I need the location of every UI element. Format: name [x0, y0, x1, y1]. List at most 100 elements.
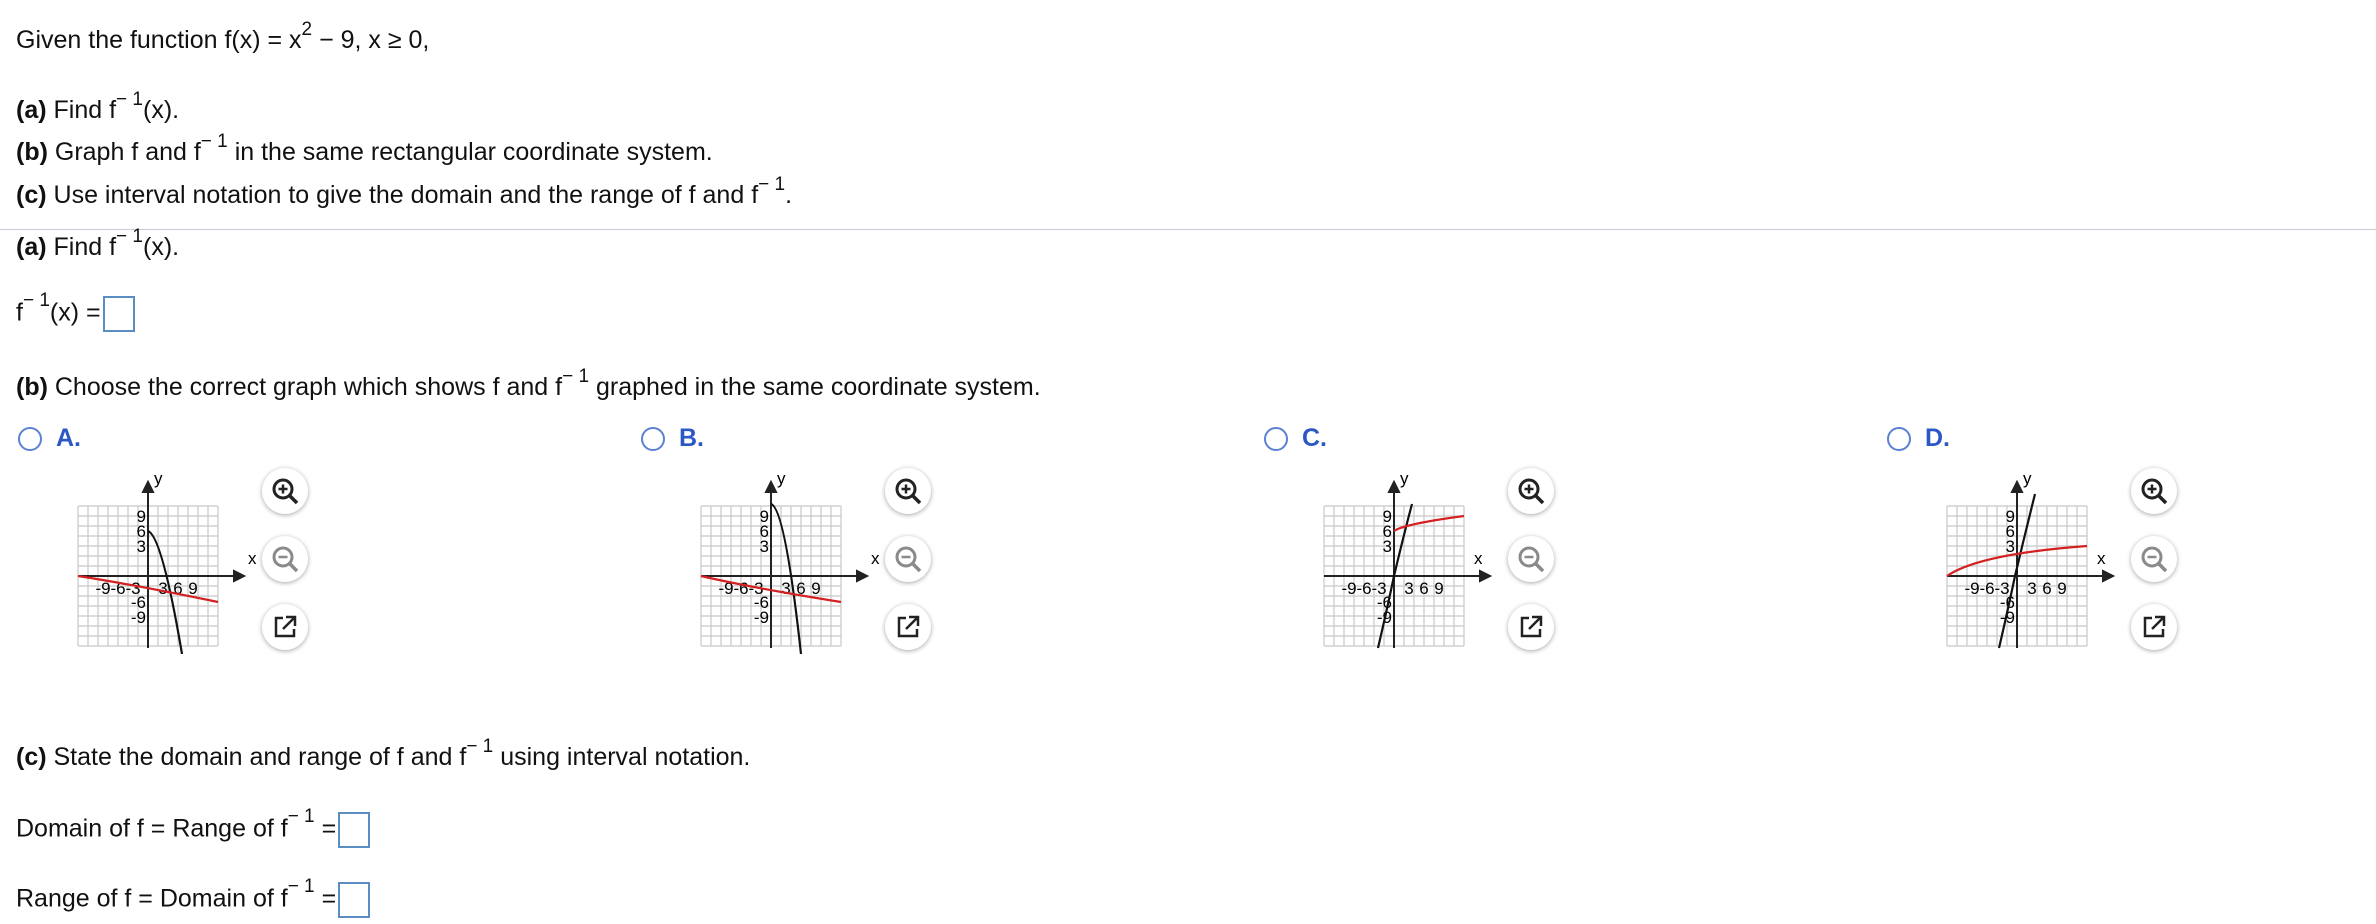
graph-a-xtick: 9: [188, 579, 197, 598]
graph-a-axes: [78, 479, 247, 648]
graph-c-xtick: 9: [1434, 579, 1443, 598]
graph-d: x y 9 6 3 -6 -9 -9 -6 -3 3 6 9: [1946, 469, 2116, 649]
graph-c-zoom-in-button[interactable]: [1508, 468, 1554, 514]
graph-c-xtick: -9: [1341, 579, 1356, 598]
option-b[interactable]: B.: [641, 424, 704, 453]
intro-text: Given the function f(x) = x: [16, 26, 302, 54]
graph-d-xtick: 9: [2057, 579, 2066, 598]
section-c-heading: (c) State the domain and range of f and …: [16, 737, 750, 772]
option-b-label[interactable]: B.: [679, 424, 704, 453]
option-c-radio[interactable]: [1264, 426, 1288, 451]
graph-d-xtick: 3: [2027, 579, 2036, 598]
part-c-text-end: .: [785, 181, 793, 209]
section-c-label: (c): [16, 743, 47, 771]
inverse-answer-text: f: [16, 298, 23, 327]
graph-a-popout-button[interactable]: [262, 604, 308, 650]
option-d[interactable]: D.: [1887, 424, 1950, 453]
section-b-text-end: graphed in the same coordinate system.: [589, 373, 1041, 401]
part-b-label: (b): [16, 138, 48, 166]
graph-c: x y 9 6 3 -6 -9 -9 -6 -3 3 6 9: [1323, 469, 1493, 649]
zoom-out-icon: [1518, 546, 1545, 573]
option-a[interactable]: A.: [18, 424, 81, 453]
part-b-text-end: in the same rectangular coordinate syste…: [227, 138, 713, 166]
graph-d-popout-button[interactable]: [2131, 604, 2177, 650]
graph-c-zoom-out-button[interactable]: [1508, 536, 1554, 582]
graph-b-zoom-out-button[interactable]: [885, 536, 931, 582]
zoom-out-icon: [2141, 546, 2168, 573]
inverse-answer-input[interactable]: [102, 296, 135, 332]
graph-d-xtick: -3: [1994, 579, 2009, 598]
graph-d-xtick: -6: [1979, 579, 1994, 598]
graph-b-popout-button[interactable]: [885, 604, 931, 650]
graph-c-xtick: 3: [1404, 579, 1413, 598]
problem-part-c: (c) Use interval notation to give the do…: [16, 175, 793, 210]
intro-text-end: − 9, x ≥ 0,: [312, 26, 430, 54]
zoom-out-icon: [895, 546, 922, 573]
graph-b-xtick: -6: [733, 579, 748, 598]
range-answer-sup: − 1: [287, 876, 315, 897]
graph-d-y-label: y: [2023, 469, 2032, 488]
part-b-sup: − 1: [200, 131, 228, 152]
popout-icon: [1520, 615, 1543, 638]
graph-b-xtick: 9: [811, 579, 820, 598]
graph-a-xtick: 3: [158, 579, 167, 598]
domain-answer-input[interactable]: [338, 812, 371, 848]
section-divider: [0, 229, 2376, 230]
graph-b-zoom-in-button[interactable]: [885, 468, 931, 514]
graph-b: x y 9 6 3 -6 -9 -9 -6 -3 3 6 9: [700, 469, 880, 655]
zoom-in-icon: [895, 478, 922, 505]
part-b-text: Graph f and f: [47, 138, 201, 166]
graph-c-y-label: y: [1400, 469, 1409, 488]
problem-part-b: (b) Graph f and f− 1 in the same rectang…: [16, 132, 713, 167]
popout-icon: [274, 615, 297, 638]
graph-d-x-label: x: [2097, 549, 2106, 568]
section-a-text: Find f: [46, 233, 117, 261]
option-a-radio[interactable]: [18, 426, 42, 451]
section-b-text: Choose the correct graph which shows f a…: [47, 373, 563, 401]
graph-c-x-label: x: [1474, 549, 1483, 568]
zoom-out-icon: [272, 546, 299, 573]
option-d-label[interactable]: D.: [1925, 424, 1950, 453]
problem-part-a: (a) Find f− 1(x).: [16, 90, 179, 125]
section-b-label: (b): [16, 373, 48, 401]
range-answer-text-end: =: [314, 884, 337, 913]
part-c-label: (c): [16, 181, 47, 209]
domain-answer-text-end: =: [314, 814, 337, 843]
popout-icon: [897, 615, 920, 638]
section-a-heading: (a) Find f− 1(x).: [16, 227, 180, 262]
graph-d-ytick: 3: [2006, 537, 2015, 556]
option-b-radio[interactable]: [641, 426, 665, 451]
domain-answer-row: Domain of f = Range of f− 1 =: [16, 807, 371, 848]
part-c-sup: − 1: [758, 174, 786, 195]
graph-c-xtick: -3: [1371, 579, 1386, 598]
option-a-label[interactable]: A.: [56, 424, 81, 453]
graph-d-zoom-in-button[interactable]: [2131, 468, 2177, 514]
graph-a-zoom-in-button[interactable]: [262, 468, 308, 514]
domain-answer-text: Domain of f = Range of f: [16, 814, 288, 843]
graph-d-xtick: 6: [2042, 579, 2051, 598]
option-c-label[interactable]: C.: [1302, 424, 1327, 453]
range-answer-input[interactable]: [338, 882, 371, 918]
section-b-sup: − 1: [562, 366, 590, 387]
section-b-heading: (b) Choose the correct graph which shows…: [16, 367, 1041, 402]
graph-a: x y 9 6 3 -6 -9 -9 -6 -3 3 6 9: [77, 469, 257, 655]
part-a-text: Find f: [46, 96, 117, 124]
part-a-label: (a): [16, 96, 47, 124]
graph-c-xtick: -6: [1356, 579, 1371, 598]
inverse-answer-text-end: (x) =: [49, 298, 101, 327]
section-a-sup: − 1: [116, 226, 143, 247]
graph-a-ytick: -9: [131, 608, 146, 627]
option-c[interactable]: C.: [1264, 424, 1327, 453]
graph-a-x-label: x: [248, 549, 257, 568]
part-a-sup: − 1: [116, 89, 143, 110]
inverse-answer-row: f− 1(x) =: [16, 291, 135, 332]
problem-intro: Given the function f(x) = x2 − 9, x ≥ 0,: [16, 20, 430, 55]
graph-c-popout-button[interactable]: [1508, 604, 1554, 650]
option-d-radio[interactable]: [1887, 426, 1911, 451]
graph-d-zoom-out-button[interactable]: [2131, 536, 2177, 582]
graph-b-x-label: x: [871, 549, 880, 568]
section-a-text-end: (x).: [143, 233, 180, 261]
section-c-sup: − 1: [466, 736, 494, 757]
graph-a-zoom-out-button[interactable]: [262, 536, 308, 582]
graph-a-ytick: 3: [137, 537, 146, 556]
